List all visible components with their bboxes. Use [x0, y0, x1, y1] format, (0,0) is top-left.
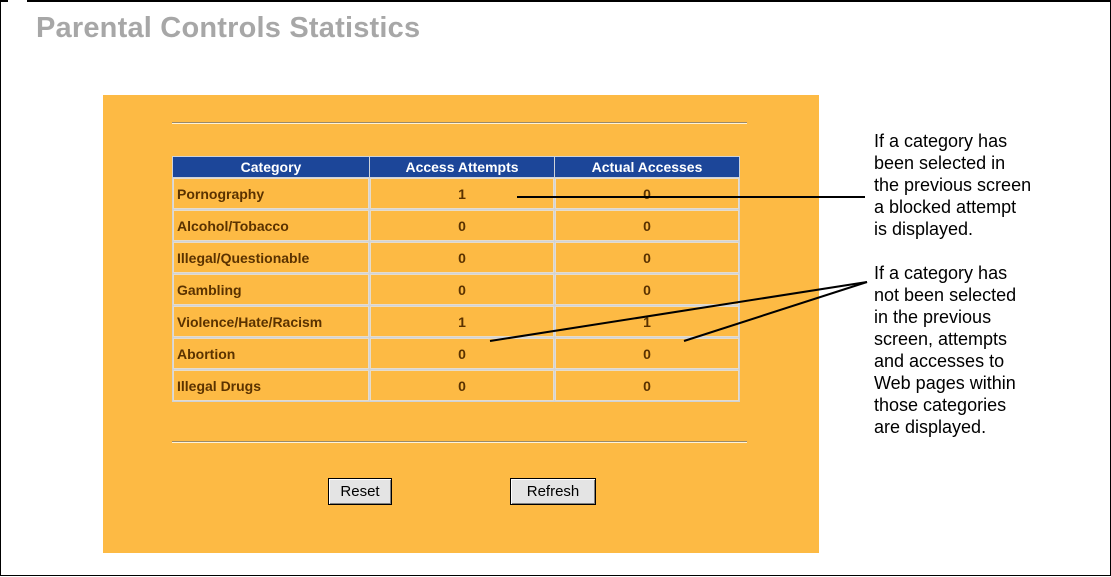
category-cell: Violence/Hate/Racism: [173, 306, 369, 337]
attempts-cell: 1: [370, 178, 554, 209]
category-cell: Illegal/Questionable: [173, 242, 369, 273]
attempts-cell: 1: [370, 306, 554, 337]
category-cell: Abortion: [173, 338, 369, 369]
header-access-attempts: Access Attempts: [370, 157, 554, 177]
accesses-cell: 0: [555, 242, 739, 273]
accesses-cell: 1: [555, 306, 739, 337]
statistics-panel: Category Access Attempts Actual Accesses…: [103, 95, 819, 553]
attempts-cell: 0: [370, 210, 554, 241]
table-row: Violence/Hate/Racism 1 1: [173, 306, 739, 337]
callout-selected-text: If a category has been selected in the p…: [874, 131, 1032, 239]
category-cell: Illegal Drugs: [173, 370, 369, 401]
bottom-divider: [172, 441, 747, 443]
accesses-cell: 0: [555, 370, 739, 401]
category-cell: Alcohol/Tobacco: [173, 210, 369, 241]
table-row: Gambling 0 0: [173, 274, 739, 305]
accesses-cell: 0: [555, 338, 739, 369]
header-category: Category: [173, 157, 369, 177]
top-divider: [172, 122, 747, 124]
category-cell: Pornography: [173, 178, 369, 209]
statistics-table: Category Access Attempts Actual Accesses…: [172, 156, 740, 402]
table-row: Pornography 1 0: [173, 178, 739, 209]
page-title: Parental Controls Statistics: [36, 12, 421, 44]
attempts-cell: 0: [370, 370, 554, 401]
category-cell: Gambling: [173, 274, 369, 305]
frame-top-stub: [0, 0, 8, 2]
accesses-cell: 0: [555, 210, 739, 241]
header-actual-accesses: Actual Accesses: [555, 157, 739, 177]
reset-button[interactable]: Reset: [328, 478, 392, 505]
table-header-row: Category Access Attempts Actual Accesses: [173, 157, 739, 177]
accesses-cell: 0: [555, 274, 739, 305]
table-row: Alcohol/Tobacco 0 0: [173, 210, 739, 241]
frame-top-line: [27, 0, 1111, 2]
callout-not-selected-text: If a category has not been selected in t…: [874, 263, 1017, 437]
refresh-button[interactable]: Refresh: [510, 478, 596, 505]
table-row: Illegal/Questionable 0 0: [173, 242, 739, 273]
accesses-cell: 0: [555, 178, 739, 209]
attempts-cell: 0: [370, 274, 554, 305]
table-row: Abortion 0 0: [173, 338, 739, 369]
attempts-cell: 0: [370, 242, 554, 273]
table-row: Illegal Drugs 0 0: [173, 370, 739, 401]
attempts-cell: 0: [370, 338, 554, 369]
